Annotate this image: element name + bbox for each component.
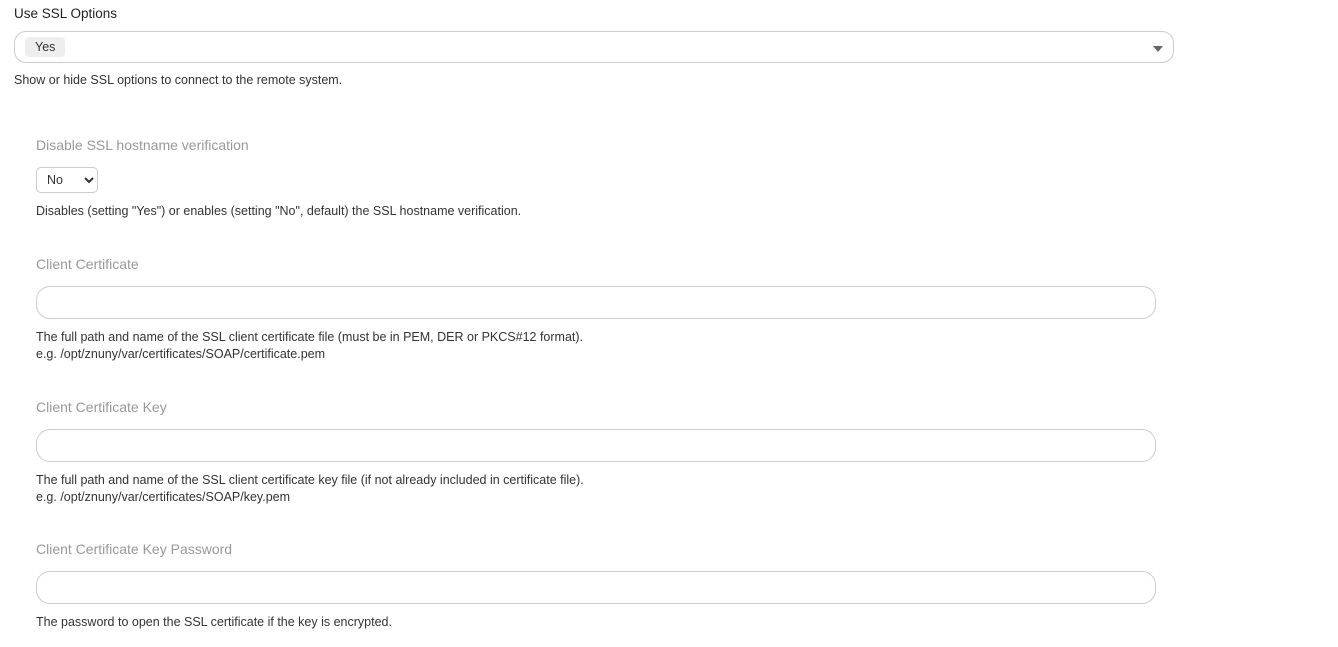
client-certificate-group: Client Certificate The full path and nam… <box>36 256 1192 363</box>
client-certificate-input[interactable] <box>36 286 1156 319</box>
client-certificate-help: The full path and name of the SSL client… <box>36 329 1192 363</box>
client-certificate-key-password-input[interactable] <box>36 571 1156 604</box>
disable-hostname-label: Disable SSL hostname verification <box>36 137 1192 153</box>
client-certificate-key-password-help: The password to open the SSL certificate… <box>36 614 1192 631</box>
use-ssl-select[interactable]: Yes <box>14 31 1174 63</box>
disable-hostname-help: Disables (setting "Yes") or enables (set… <box>36 203 1192 220</box>
client-certificate-key-password-label: Client Certificate Key Password <box>36 541 1192 557</box>
client-certificate-key-group: Client Certificate Key The full path and… <box>36 399 1192 506</box>
client-certificate-key-label: Client Certificate Key <box>36 399 1192 415</box>
client-certificate-key-input[interactable] <box>36 429 1156 462</box>
use-ssl-help: Show or hide SSL options to connect to t… <box>14 73 1192 87</box>
use-ssl-selected-value: Yes <box>25 37 65 57</box>
client-certificate-label: Client Certificate <box>36 256 1192 272</box>
chevron-down-icon <box>1153 40 1163 55</box>
section-title: Use SSL Options <box>14 6 1192 21</box>
client-certificate-key-password-group: Client Certificate Key Password The pass… <box>36 541 1192 631</box>
disable-hostname-group: Disable SSL hostname verification No Yes… <box>36 137 1192 220</box>
client-certificate-key-help: The full path and name of the SSL client… <box>36 472 1192 506</box>
disable-hostname-select[interactable]: No Yes <box>36 167 98 193</box>
